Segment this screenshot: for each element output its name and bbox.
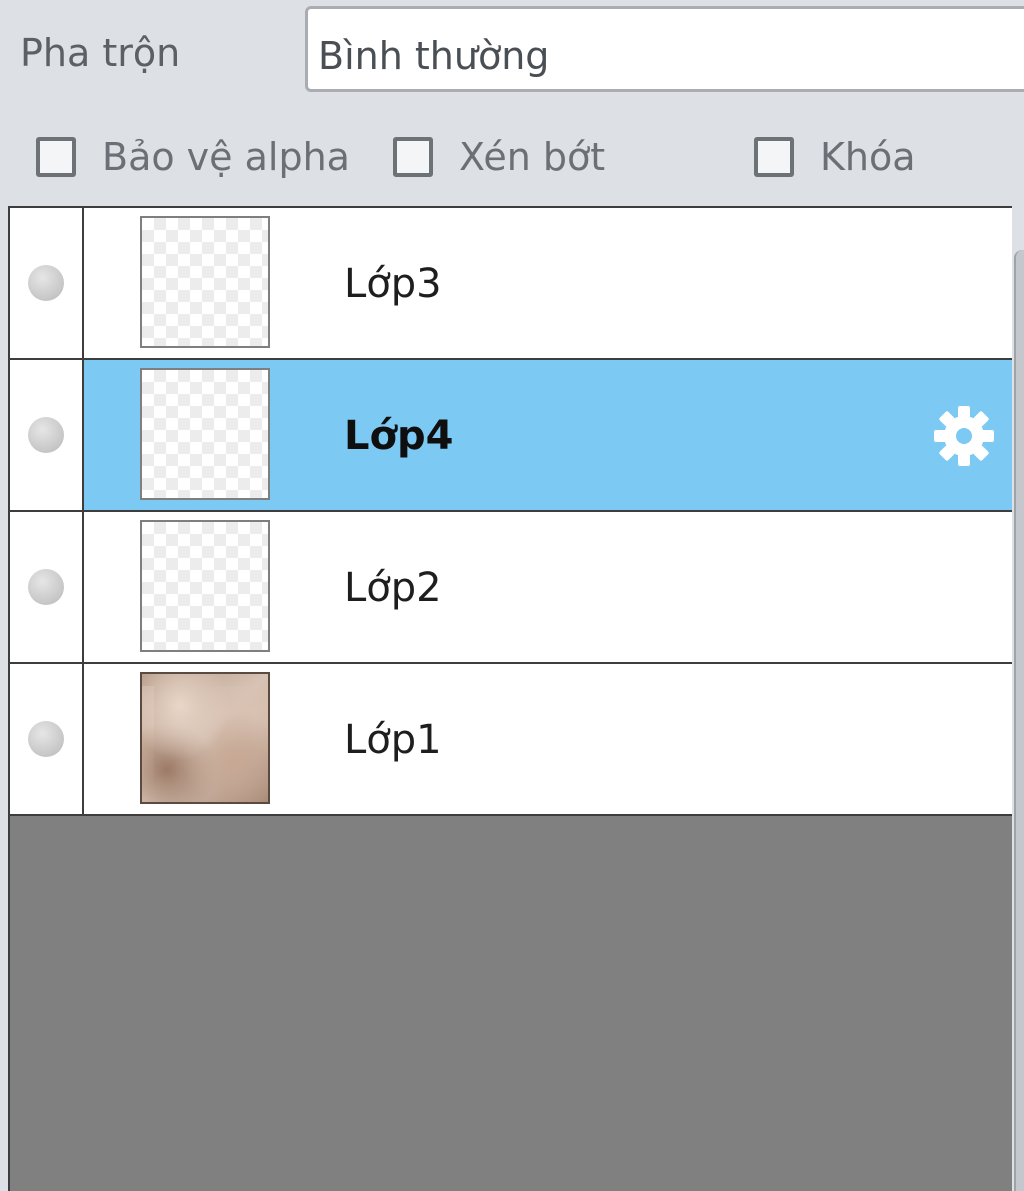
layer-name: Lớp3 bbox=[344, 261, 442, 307]
layer-row[interactable]: Lớp1 bbox=[10, 664, 1012, 816]
lock-checkbox[interactable]: Khóa bbox=[754, 132, 916, 182]
protect-alpha-checkbox[interactable]: Bảo vệ alpha bbox=[36, 132, 350, 182]
layer-name: Lớp1 bbox=[344, 717, 442, 763]
clip-label: Xén bớt bbox=[459, 135, 606, 179]
layer-thumbnail bbox=[140, 520, 270, 652]
layer-thumbnail-photo bbox=[140, 672, 270, 804]
protect-alpha-label: Bảo vệ alpha bbox=[102, 135, 350, 179]
layer-row-selected[interactable]: Lớp4 bbox=[10, 360, 1012, 512]
lock-label: Khóa bbox=[820, 135, 916, 179]
layer-thumbnail bbox=[140, 368, 270, 500]
visibility-dot-icon bbox=[28, 569, 64, 605]
layer-thumbnail bbox=[140, 216, 270, 348]
blend-mode-value: Bình thường bbox=[318, 34, 550, 78]
blend-mode-select[interactable]: Bình thường bbox=[305, 6, 1024, 92]
visibility-dot-icon bbox=[28, 417, 64, 453]
blend-mode-label: Pha trộn bbox=[20, 31, 181, 75]
layer-name: Lớp2 bbox=[344, 565, 442, 611]
visibility-toggle[interactable] bbox=[10, 664, 84, 814]
checkbox-box[interactable] bbox=[393, 137, 433, 177]
layer-list: Lớp3 Lớp4 Lớp2 Lớp1 bbox=[8, 206, 1012, 1191]
gear-icon[interactable] bbox=[930, 402, 998, 470]
visibility-dot-icon bbox=[28, 265, 64, 301]
layer-body[interactable]: Lớp3 bbox=[84, 208, 1012, 358]
scrollbar[interactable] bbox=[1014, 250, 1024, 1191]
layer-row[interactable]: Lớp2 bbox=[10, 512, 1012, 664]
layers-panel: Pha trộn Bình thường Bảo vệ alpha Xén bớ… bbox=[0, 0, 1024, 1191]
clip-checkbox[interactable]: Xén bớt bbox=[393, 132, 605, 182]
checkbox-box[interactable] bbox=[754, 137, 794, 177]
layer-body[interactable]: Lớp2 bbox=[84, 512, 1012, 662]
layer-name: Lớp4 bbox=[344, 413, 454, 459]
layer-body[interactable]: Lớp4 bbox=[84, 360, 1012, 510]
layer-row[interactable]: Lớp3 bbox=[10, 208, 1012, 360]
checkbox-box[interactable] bbox=[36, 137, 76, 177]
visibility-toggle[interactable] bbox=[10, 208, 84, 358]
visibility-toggle[interactable] bbox=[10, 360, 84, 510]
visibility-toggle[interactable] bbox=[10, 512, 84, 662]
layer-body[interactable]: Lớp1 bbox=[84, 664, 1012, 814]
visibility-dot-icon bbox=[28, 721, 64, 757]
